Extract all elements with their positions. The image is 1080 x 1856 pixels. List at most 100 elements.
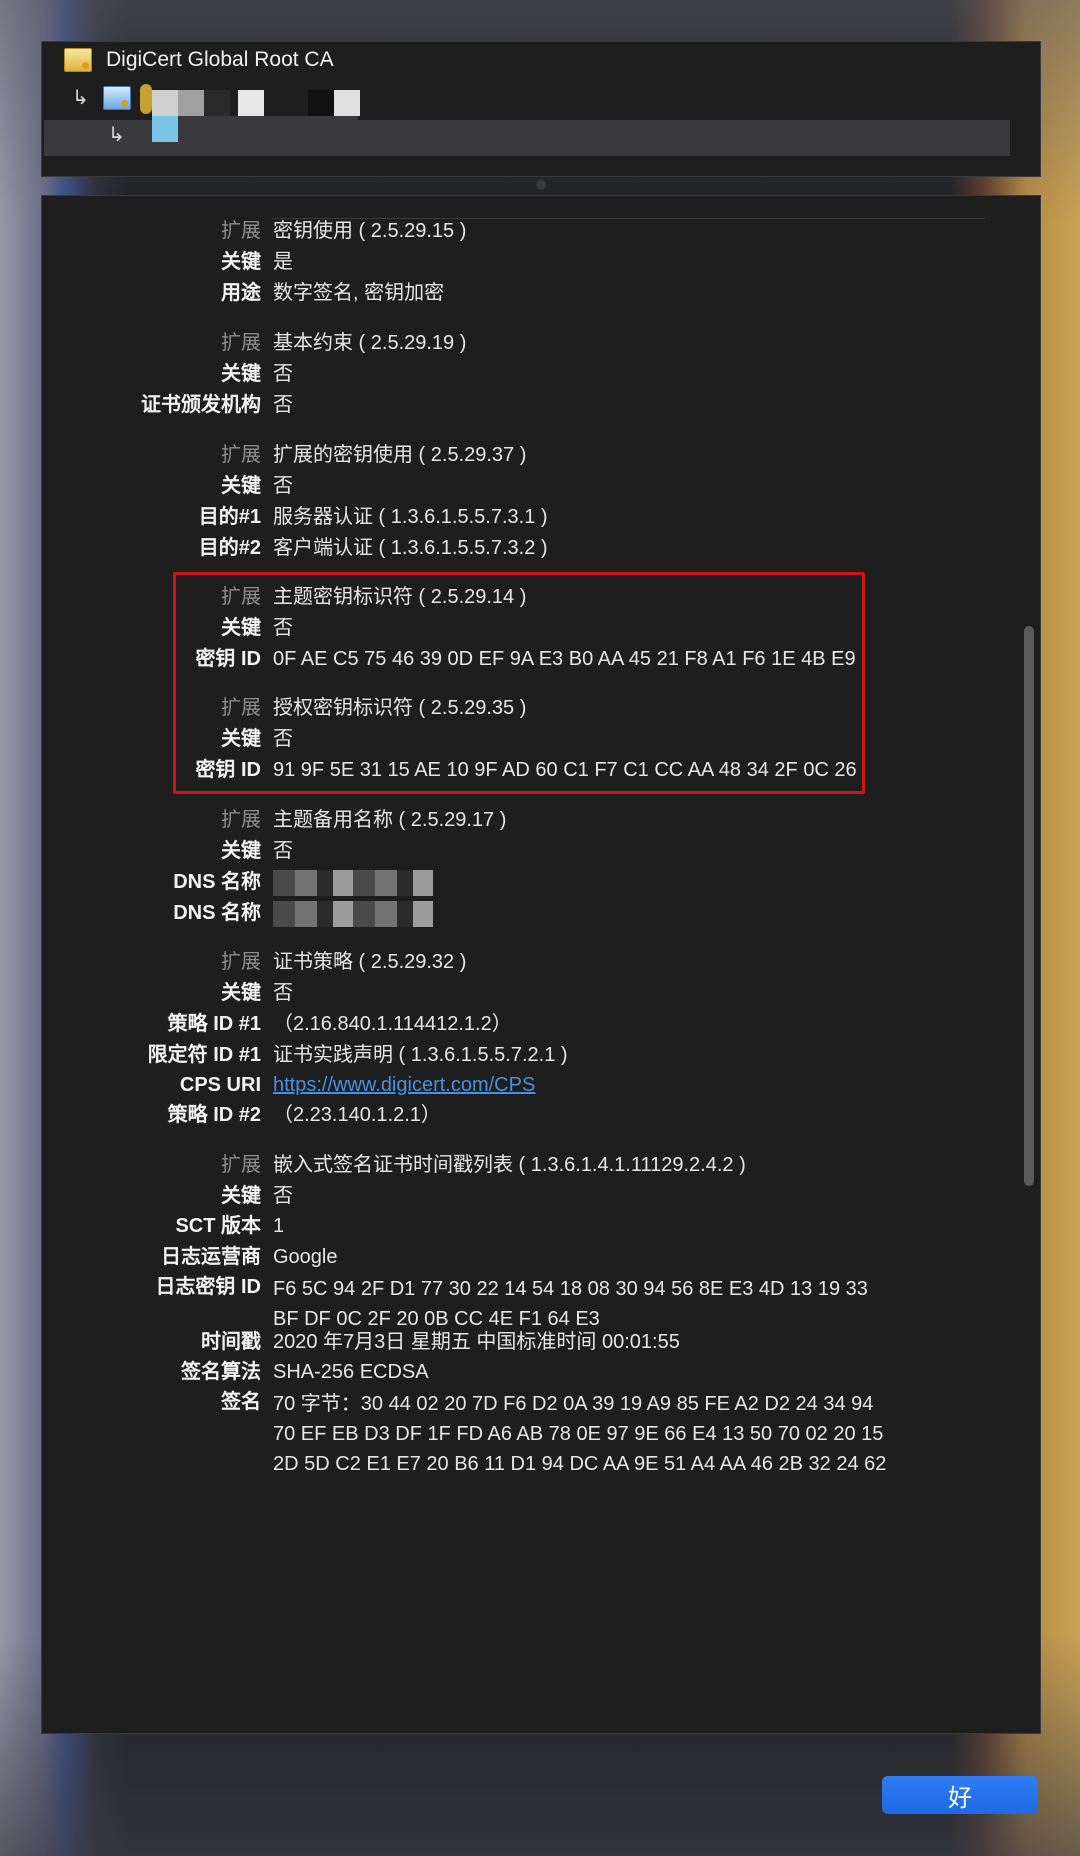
detail-value-line: 70 EF EB D3 DF 1F FD A6 AB 78 0E 97 9E 6… xyxy=(273,1423,884,1445)
detail-value-line: 否 xyxy=(273,363,293,385)
redaction-mask xyxy=(334,90,360,116)
certificate-details-panel: 扩展 密钥使用 ( 2.5.29.15 ) 关键是用途 数字签名, 密钥加密 扩展 基本约… xyxy=(41,195,1041,1734)
detail-value: 密钥使用 ( 2.5.29.15 ) xyxy=(273,218,466,244)
detail-label: DNS 名称 xyxy=(173,902,261,924)
detail-value: 是 xyxy=(273,249,293,275)
detail-label: 关键 xyxy=(221,475,261,497)
detail-value: 数字签名, 密钥加密 xyxy=(273,280,444,306)
cps-uri-link[interactable]: https://www.digicert.com/CPS xyxy=(273,1072,535,1098)
detail-label: 扩展 xyxy=(221,444,261,466)
detail-value-line: 服务器认证 ( 1.3.6.1.5.5.7.3.1 ) xyxy=(273,506,548,528)
detail-value: 否 xyxy=(273,361,293,387)
redaction-mask xyxy=(308,90,334,116)
detail-value-line: 2D 5D C2 E1 E7 20 B6 11 D1 94 DC AA 9E 5… xyxy=(273,1453,887,1475)
detail-label: 扩展 xyxy=(221,1154,261,1176)
chain-arrow-icon: ↳ xyxy=(108,124,125,146)
detail-value: 基本约束 ( 2.5.29.19 ) xyxy=(273,330,466,356)
detail-value-line: 密钥使用 ( 2.5.29.15 ) xyxy=(273,220,467,242)
detail-label: 扩展 xyxy=(221,332,261,354)
redaction-mask xyxy=(152,90,178,116)
detail-label: CPS URI xyxy=(179,1074,261,1096)
detail-value-line: 主题备用名称 ( 2.5.29.17 ) xyxy=(273,809,507,831)
detail-label: 目的#1 xyxy=(198,506,261,528)
detail-value: 主题备用名称 ( 2.5.29.17 ) xyxy=(273,807,506,833)
detail-label: 策略 ID #2 xyxy=(167,1104,261,1126)
chain-item-leaf[interactable]: ↳ xyxy=(108,122,139,147)
redaction-mask xyxy=(178,116,358,142)
detail-value-line: （2.16.840.1.114412.1.2） xyxy=(273,1013,512,1035)
redaction-mask xyxy=(204,90,230,116)
detail-value-line: 基本约束 ( 2.5.29.19 ) xyxy=(273,332,467,354)
detail-value-line: 是 xyxy=(273,251,293,273)
detail-value xyxy=(273,900,433,927)
annotation-highlight-box xyxy=(173,572,865,794)
certificate-icon xyxy=(64,48,92,72)
detail-value xyxy=(273,869,433,896)
detail-label: 扩展 xyxy=(221,220,261,242)
detail-label: 关键 xyxy=(221,982,261,1004)
detail-value: 70 字节：30 44 02 20 7D F6 D2 0A 39 19 A9 8… xyxy=(273,1389,886,1479)
chain-arrow-icon: ↳ xyxy=(72,87,89,109)
certificate-icon xyxy=(102,85,131,110)
detail-label: 签名算法 xyxy=(181,1361,261,1383)
detail-label: DNS 名称 xyxy=(173,871,261,893)
detail-label: 策略 ID #1 xyxy=(167,1013,261,1035)
detail-value-line: 证书实践声明 ( 1.3.6.1.5.5.7.2.1 ) xyxy=(273,1044,568,1066)
detail-value: （2.23.140.1.2.1） xyxy=(273,1102,441,1128)
detail-value-line: SHA-256 ECDSA xyxy=(273,1361,429,1383)
detail-value-line: （2.23.140.1.2.1） xyxy=(273,1104,441,1126)
detail-value-line: 2020 年7月3日 星期五 中国标准时间 00:01:55 xyxy=(273,1331,680,1353)
detail-label: SCT 版本 xyxy=(175,1215,261,1237)
chain-item-root[interactable]: DigiCert Global Root CA xyxy=(64,48,334,72)
detail-label: 扩展 xyxy=(221,951,261,973)
detail-value: SHA-256 ECDSA xyxy=(273,1359,429,1385)
detail-value: 否 xyxy=(273,392,293,418)
detail-value-line: 70 字节：30 44 02 20 7D F6 D2 0A 39 19 A9 8… xyxy=(273,1393,874,1415)
chain-root-label: DigiCert Global Root CA xyxy=(106,48,334,71)
detail-label: 扩展 xyxy=(221,809,261,831)
detail-value-line: Google xyxy=(273,1246,338,1268)
detail-value-line: 证书策略 ( 2.5.29.32 ) xyxy=(273,951,467,973)
redaction-mask xyxy=(178,90,204,116)
certificate-chain-panel: DigiCert Global Root CA ↳ C ↳ xyxy=(41,41,1041,177)
detail-value: 服务器认证 ( 1.3.6.1.5.5.7.3.1 ) xyxy=(273,504,548,530)
detail-value-line: 1 xyxy=(273,1215,285,1237)
detail-value: 否 xyxy=(273,1183,293,1209)
detail-value-line: 否 xyxy=(273,1185,293,1207)
ok-button[interactable]: 好 xyxy=(882,1776,1038,1814)
detail-value: Google xyxy=(273,1244,338,1270)
detail-value-line: 否 xyxy=(273,840,293,862)
detail-value-line: 否 xyxy=(273,394,293,416)
detail-label: 限定符 ID #1 xyxy=(147,1044,261,1066)
detail-label: 签名 xyxy=(221,1391,261,1413)
split-view-handle[interactable] xyxy=(536,180,546,190)
detail-label: 关键 xyxy=(221,1185,261,1207)
detail-value: 扩展的密钥使用 ( 2.5.29.37 ) xyxy=(273,442,526,468)
detail-value: 2020 年7月3日 星期五 中国标准时间 00:01:55 xyxy=(273,1329,680,1355)
redaction-mask xyxy=(140,84,152,114)
detail-label: 关键 xyxy=(221,840,261,862)
detail-value: 否 xyxy=(273,980,293,1006)
redaction-mask xyxy=(273,900,433,927)
detail-value-line: 否 xyxy=(273,475,293,497)
detail-value-line: 数字签名, 密钥加密 xyxy=(273,282,445,304)
detail-label: 用途 xyxy=(221,282,261,304)
detail-value-line: F6 5C 94 2F D1 77 30 22 14 54 18 08 30 9… xyxy=(273,1278,868,1300)
detail-value: 证书实践声明 ( 1.3.6.1.5.5.7.2.1 ) xyxy=(273,1042,568,1068)
detail-value-line: 否 xyxy=(273,982,293,1004)
detail-label: 关键 xyxy=(221,251,261,273)
detail-value: 嵌入式签名证书时间戳列表 ( 1.3.6.1.4.1.11129.2.4.2 ) xyxy=(273,1152,746,1178)
detail-label: 证书颁发机构 xyxy=(141,394,261,416)
redaction-mask xyxy=(273,869,433,896)
scrollbar[interactable] xyxy=(1024,626,1034,1186)
redaction-mask xyxy=(152,116,178,142)
detail-value: 证书策略 ( 2.5.29.32 ) xyxy=(273,949,466,975)
detail-label: 时间戳 xyxy=(201,1331,261,1353)
detail-label: 日志密钥 ID xyxy=(155,1276,261,1298)
detail-value-line: https://www.digicert.com/CPS xyxy=(273,1074,536,1096)
redaction-mask xyxy=(238,90,264,116)
detail-value-line: 扩展的密钥使用 ( 2.5.29.37 ) xyxy=(273,444,527,466)
detail-value-line: BF DF 0C 2F 20 0B CC 4E F1 64 E3 xyxy=(273,1308,600,1330)
detail-value: F6 5C 94 2F D1 77 30 22 14 54 18 08 30 9… xyxy=(273,1274,868,1334)
detail-value: 1 xyxy=(273,1213,284,1239)
